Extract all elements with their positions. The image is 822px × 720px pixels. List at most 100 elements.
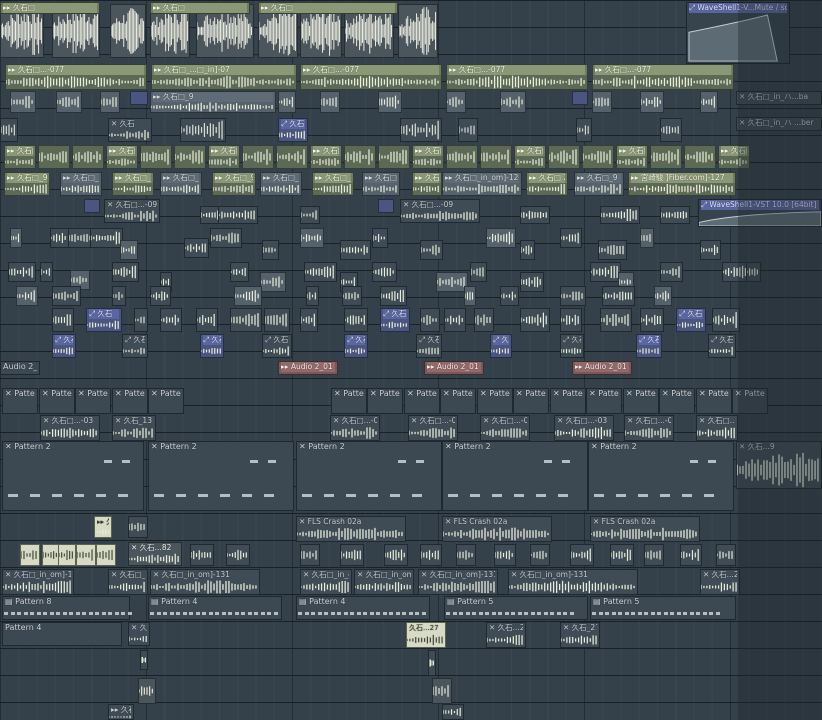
playlist-clip[interactable]: ⤢ 久石 [52, 334, 76, 358]
playlist-clip[interactable] [654, 286, 672, 306]
playlist-clip[interactable]: ▸▸ 久石□_9 [312, 172, 354, 196]
playlist-clip[interactable] [20, 544, 40, 566]
playlist-clip[interactable]: ▸▸ 久石□_9 [310, 145, 342, 169]
playlist-clip[interactable]: ▸▸ 久石 [94, 516, 112, 538]
playlist-clip[interactable]: ▸▸ 久石□_9 [260, 172, 302, 196]
playlist-clip[interactable] [10, 228, 22, 248]
playlist-clip[interactable]: ⤢ 久石 [560, 334, 584, 358]
playlist-clip[interactable] [650, 145, 682, 169]
playlist-clip[interactable]: ✕ 久石□...-09 [104, 199, 160, 223]
playlist-clip[interactable]: ✕ 久石...27 [486, 622, 526, 648]
playlist-clip[interactable]: ✕ 久石□_in_ハ ...ber [736, 117, 822, 131]
playlist-clip[interactable] [700, 240, 721, 260]
playlist-clip[interactable] [420, 308, 440, 332]
playlist-clip[interactable] [458, 118, 478, 142]
pattern-clip[interactable]: ▤ Pattern 4 [296, 596, 430, 620]
playlist-clip[interactable]: ✕ 久石□...-03 [554, 415, 614, 441]
playlist-clip[interactable] [380, 286, 407, 306]
pattern-clip[interactable]: ✕ Pattern 1 [696, 388, 732, 414]
playlist-arrangement[interactable]: ▸▸ 久石□ ▸▸ 久石□ ▸▸ 久石□ ⤢ WaveShell1-V...Mute … [0, 0, 822, 720]
pattern-clip[interactable]: ✕ Pattern 2 [296, 441, 442, 511]
pattern-clip[interactable]: Pattern 4 [2, 622, 122, 646]
playlist-clip[interactable]: ✕ FLS Crash 02a [442, 516, 552, 542]
playlist-clip[interactable]: ⤢ 久石 [86, 308, 122, 332]
playlist-clip[interactable]: ⤢ 久石 [380, 308, 410, 332]
playlist-clip[interactable] [684, 145, 716, 169]
playlist-clip[interactable] [218, 206, 258, 224]
pattern-clip[interactable]: ✕ Pattern 1 [586, 388, 622, 414]
playlist-clip[interactable] [112, 262, 139, 282]
playlist-clip[interactable] [342, 286, 362, 306]
playlist-clip[interactable]: ✕ 久石...23 [700, 569, 740, 595]
playlist-clip[interactable] [300, 206, 320, 224]
playlist-clip[interactable] [600, 206, 640, 224]
playlist-clip[interactable]: ▸▸ 久石□_in_om]-127 [442, 172, 522, 196]
playlist-clip[interactable] [384, 544, 408, 566]
playlist-clip[interactable]: ⤢ 久石 [490, 334, 512, 358]
playlist-clip[interactable] [420, 544, 442, 566]
playlist-clip[interactable] [576, 118, 592, 142]
playlist-clip[interactable] [112, 286, 126, 306]
playlist-clip[interactable] [446, 91, 466, 113]
playlist-clip[interactable]: ✕ 久石□_in_om]-131 [300, 569, 352, 595]
playlist-clip[interactable]: ▸▸ 久石□...-077 [446, 64, 588, 90]
playlist-clip[interactable] [660, 206, 690, 224]
playlist-clip[interactable]: ✕ FLS Crash 02a [590, 516, 700, 542]
playlist-clip[interactable] [400, 118, 442, 142]
playlist-clip[interactable] [592, 91, 612, 113]
playlist-clip[interactable]: ✕ 久石□...-03 [330, 415, 380, 441]
playlist-clip[interactable]: ▸▸ 久石 [108, 704, 134, 720]
playlist-clip[interactable] [640, 91, 664, 113]
playlist-clip[interactable]: ▸▸ 久石□ 27 [526, 172, 568, 196]
playlist-clip[interactable]: ⤢ 久石 [122, 334, 148, 358]
playlist-clip[interactable]: ▸▸ Audio 2_01 [278, 361, 338, 375]
playlist-clip[interactable] [344, 145, 376, 169]
playlist-clip[interactable] [572, 91, 588, 105]
playlist-clip[interactable]: ✕ 久石□_in_om]-131 [354, 569, 414, 595]
pattern-clip[interactable]: ✕ Pattern 1 [550, 388, 586, 414]
playlist-clip[interactable] [120, 240, 138, 260]
pattern-clip[interactable]: ✕ Pattern 1 [477, 388, 513, 414]
playlist-clip[interactable] [500, 286, 519, 306]
pattern-clip[interactable]: ✕ Pattern 1 [440, 388, 476, 414]
playlist-clip[interactable] [234, 286, 262, 306]
pattern-clip[interactable]: ✕ Pattern 1 [659, 388, 695, 414]
playlist-clip[interactable] [264, 308, 290, 332]
playlist-clip[interactable] [500, 91, 526, 113]
playlist-clip[interactable] [660, 118, 682, 142]
playlist-clip[interactable]: ✕ FLS Crash 02a [296, 516, 406, 542]
playlist-clip[interactable] [196, 308, 218, 332]
playlist-clip[interactable] [474, 308, 494, 332]
playlist-clip[interactable] [96, 544, 116, 566]
playlist-clip[interactable]: ✕ 久石□_in_om]-131 [418, 569, 498, 595]
playlist-clip[interactable] [128, 516, 148, 538]
playlist-clip[interactable] [140, 650, 148, 670]
playlist-clip[interactable] [560, 228, 582, 248]
playlist-clip[interactable]: ✕ 久石□...-03 [480, 415, 530, 441]
playlist-clip[interactable] [160, 308, 182, 332]
playlist-clip[interactable]: ⤢ 久石 [278, 118, 308, 142]
pattern-clip[interactable]: ✕ Pattern 1 [331, 388, 367, 414]
playlist-clip[interactable]: ▸▸ 久石□_9 [616, 145, 648, 169]
playlist-clip[interactable]: ⤢ 久石 [200, 334, 224, 358]
playlist-clip[interactable] [680, 544, 702, 566]
playlist-clip[interactable] [304, 262, 337, 282]
playlist-clip[interactable] [260, 272, 286, 292]
playlist-clip[interactable] [56, 91, 82, 113]
playlist-clip[interactable] [480, 145, 512, 169]
playlist-clip[interactable]: ▸▸ 久石□ [150, 2, 250, 14]
playlist-clip[interactable] [72, 145, 104, 169]
playlist-clip[interactable]: ▸▸ 久石□_9 [4, 145, 36, 169]
playlist-clip[interactable] [90, 228, 123, 248]
playlist-clip[interactable]: ▸▸ 久石□_9 [412, 145, 444, 169]
playlist-clip[interactable] [746, 262, 761, 282]
playlist-clip[interactable]: ▸▸ 久石□_9 [362, 172, 400, 196]
playlist-clip[interactable] [300, 228, 324, 248]
playlist-clip[interactable] [52, 286, 81, 306]
playlist-clip[interactable] [446, 145, 478, 169]
playlist-clip[interactable] [428, 650, 436, 676]
playlist-clip[interactable] [520, 240, 535, 260]
playlist-clip[interactable]: ▸▸ 久石□_9 [718, 145, 750, 169]
pattern-clip[interactable]: ✕ Pattern 2 [148, 441, 294, 511]
playlist-clip[interactable] [444, 308, 466, 332]
